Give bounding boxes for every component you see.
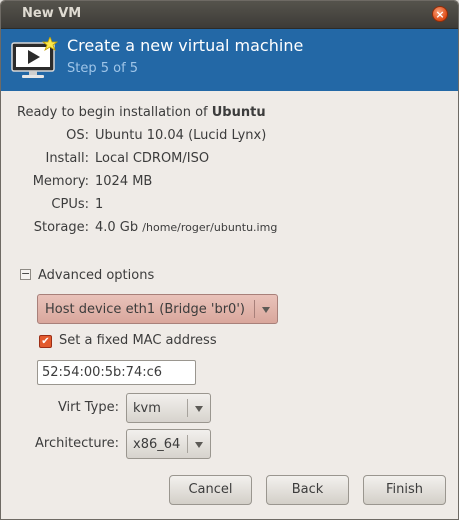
storage-size: 4.0 Gb xyxy=(95,220,139,235)
install-label: Install: xyxy=(45,151,89,166)
storage-path: /home/roger/ubuntu.img xyxy=(142,221,278,234)
chevron-down-icon xyxy=(262,307,270,313)
title-bar[interactable]: New VM × xyxy=(1,1,458,29)
collapse-icon: − xyxy=(21,267,31,280)
os-name: Ubuntu xyxy=(211,105,266,120)
cancel-button[interactable]: Cancel xyxy=(169,475,252,505)
virt-type-label: Virt Type: xyxy=(57,400,119,415)
combo-separator xyxy=(187,435,188,453)
virt-type-select[interactable]: kvm xyxy=(126,393,211,423)
memory-value: 1024 MB xyxy=(95,174,153,189)
back-button[interactable]: Back xyxy=(266,475,349,505)
advanced-options-expander[interactable]: − xyxy=(20,267,31,280)
os-value: Ubuntu 10.04 (Lucid Lynx) xyxy=(95,128,267,143)
banner-title: Create a new virtual machine xyxy=(67,36,304,55)
fixed-mac-label[interactable]: Set a fixed MAC address xyxy=(59,333,217,348)
architecture-label: Architecture: xyxy=(35,436,119,451)
memory-label: Memory: xyxy=(32,174,89,189)
advanced-options-label[interactable]: Advanced options xyxy=(38,268,154,283)
wizard-banner: Create a new virtual machine Step 5 of 5 xyxy=(1,29,458,91)
combo-separator xyxy=(187,399,188,417)
cpus-value: 1 xyxy=(95,197,104,212)
os-label: OS: xyxy=(66,128,89,143)
mac-address-input[interactable] xyxy=(37,360,196,385)
storage-label: Storage: xyxy=(33,220,89,235)
cpus-label: CPUs: xyxy=(51,197,89,212)
virt-type-value: kvm xyxy=(133,401,161,416)
network-select-value: Host device eth1 (Bridge 'br0') xyxy=(45,302,245,317)
new-vm-window: New VM × Create a new virtual machine St… xyxy=(0,0,459,520)
network-select[interactable]: Host device eth1 (Bridge 'br0') xyxy=(37,294,278,324)
summary-intro-text: Ready to begin installation of xyxy=(17,105,212,120)
close-button[interactable]: × xyxy=(432,6,448,22)
fixed-mac-checkbox[interactable]: ✔ xyxy=(39,335,52,348)
step-indicator: Step 5 of 5 xyxy=(67,61,139,76)
window-title: New VM xyxy=(22,6,82,21)
combo-separator xyxy=(254,300,255,318)
storage-value: 4.0 Gb /home/roger/ubuntu.img xyxy=(95,220,277,235)
finish-button[interactable]: Finish xyxy=(363,475,446,505)
install-value: Local CDROM/ISO xyxy=(95,151,210,166)
architecture-value: x86_64 xyxy=(133,437,181,452)
chevron-down-icon xyxy=(195,442,203,448)
architecture-select[interactable]: x86_64 xyxy=(126,429,211,459)
chevron-down-icon xyxy=(195,406,203,412)
close-icon: × xyxy=(435,8,445,21)
checkmark-icon: ✔ xyxy=(41,336,50,347)
summary-heading: Ready to begin installation of Ubuntu xyxy=(17,105,266,120)
monitor-play-icon xyxy=(11,37,58,78)
